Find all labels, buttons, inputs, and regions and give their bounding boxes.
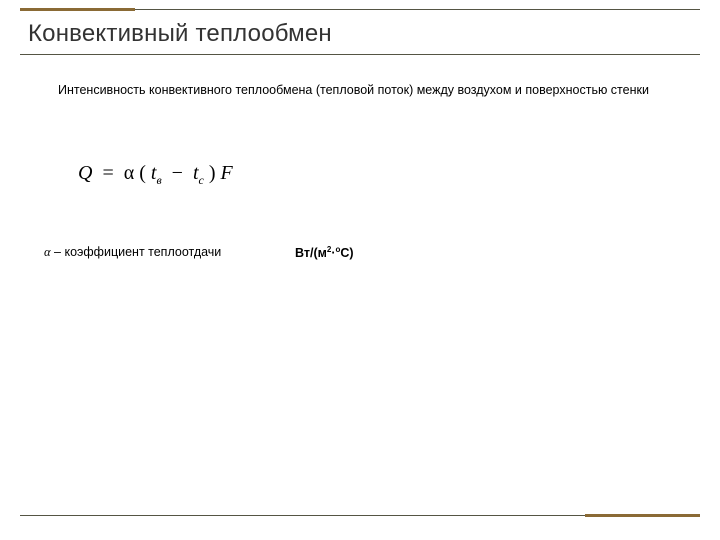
slide-title: Конвективный теплообмен [28, 20, 332, 48]
formula-sub2: с [199, 173, 204, 187]
alpha-definition: α – коэффициент теплоотдачи [44, 245, 221, 260]
units-prefix: Вт/(м [295, 246, 327, 260]
formula-rpar: ) [209, 162, 216, 184]
rule-under-title [20, 54, 700, 55]
formula-F: F [221, 162, 233, 184]
formula-eq: = [97, 162, 118, 184]
formula-lpar: ( [139, 162, 146, 184]
units: Вт/(м2·оС) [295, 245, 354, 260]
intro-paragraph: Интенсивность конвективного теплообмена … [32, 82, 690, 99]
formula-minus: − [167, 162, 188, 184]
units-suffix: С) [340, 246, 353, 260]
rule-top-thin [135, 9, 700, 10]
rule-top-accent [20, 8, 135, 11]
rule-bottom [20, 515, 700, 516]
formula-Q: Q [78, 162, 92, 184]
formula: Q = α ( tв − tс ) F [78, 162, 233, 188]
slide: Конвективный теплообмен Интенсивность ко… [0, 0, 720, 540]
alpha-text: – коэффициент теплоотдачи [51, 245, 222, 259]
formula-alpha: α [124, 162, 134, 184]
formula-sub1: в [156, 173, 161, 187]
